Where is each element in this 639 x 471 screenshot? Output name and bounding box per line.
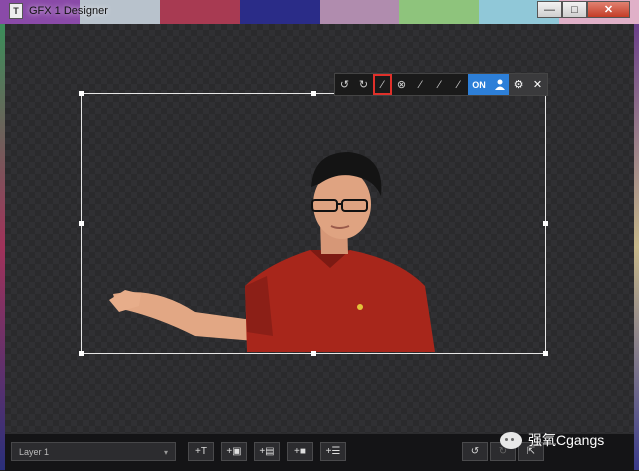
add-image-button[interactable]: +▣ [221,442,247,461]
title-bar: T GFX 1 Designer — □ ✕ [5,0,634,22]
layer-toolbar: ↺ ↻ ⁄ ⊗ ⁄ ⁄ ⁄ ON ⚙ ✕ [334,73,548,96]
color-picker-icon[interactable]: ⁄ [411,74,430,95]
window-controls: — □ ✕ [537,1,630,18]
magic-wand-icon[interactable]: ⁄ [373,74,392,95]
watermark: 强氧Cgangs [500,430,604,450]
redo-icon[interactable]: ↻ [354,74,373,95]
resize-handle-b[interactable] [311,351,316,356]
chat-bubble-icon [500,431,522,449]
chroma-on-toggle[interactable]: ON [468,74,490,95]
gear-icon[interactable]: ⚙ [509,74,528,95]
layer-select[interactable]: Layer 1 ▾ [11,442,176,461]
person-icon[interactable] [490,74,509,95]
remove-circle-icon[interactable]: ⊗ [392,74,411,95]
color-picker-remove-icon[interactable]: ⁄ [449,74,468,95]
add-list-button[interactable]: +☰ [320,442,346,461]
add-slideshow-button[interactable]: +▤ [254,442,280,461]
resize-handle-tl[interactable] [79,91,84,96]
add-video-button[interactable]: +■ [287,442,313,461]
resize-handle-r[interactable] [543,221,548,226]
close-button[interactable]: ✕ [587,1,630,18]
undo-button[interactable]: ↺ [462,442,488,461]
app-icon: T [9,3,23,19]
resize-handle-bl[interactable] [79,351,84,356]
desktop-right-strip [634,24,639,470]
add-text-button[interactable]: +T [188,442,214,461]
maximize-button[interactable]: □ [562,1,587,18]
close-icon[interactable]: ✕ [528,74,547,95]
resize-handle-br[interactable] [543,351,548,356]
window-title: GFX 1 Designer [29,5,108,17]
chevron-down-icon: ▾ [163,448,168,457]
minimize-button[interactable]: — [537,1,562,18]
undo-icon[interactable]: ↺ [335,74,354,95]
resize-handle-t[interactable] [311,91,316,96]
canvas-workspace[interactable]: ↺ ↻ ⁄ ⊗ ⁄ ⁄ ⁄ ON ⚙ ✕ [5,24,634,433]
selection-box[interactable] [79,91,548,356]
layer-select-value: Layer 1 [19,447,50,457]
watermark-text: 强氧Cgangs [528,432,605,448]
resize-handle-l[interactable] [79,221,84,226]
color-picker-add-icon[interactable]: ⁄ [430,74,449,95]
